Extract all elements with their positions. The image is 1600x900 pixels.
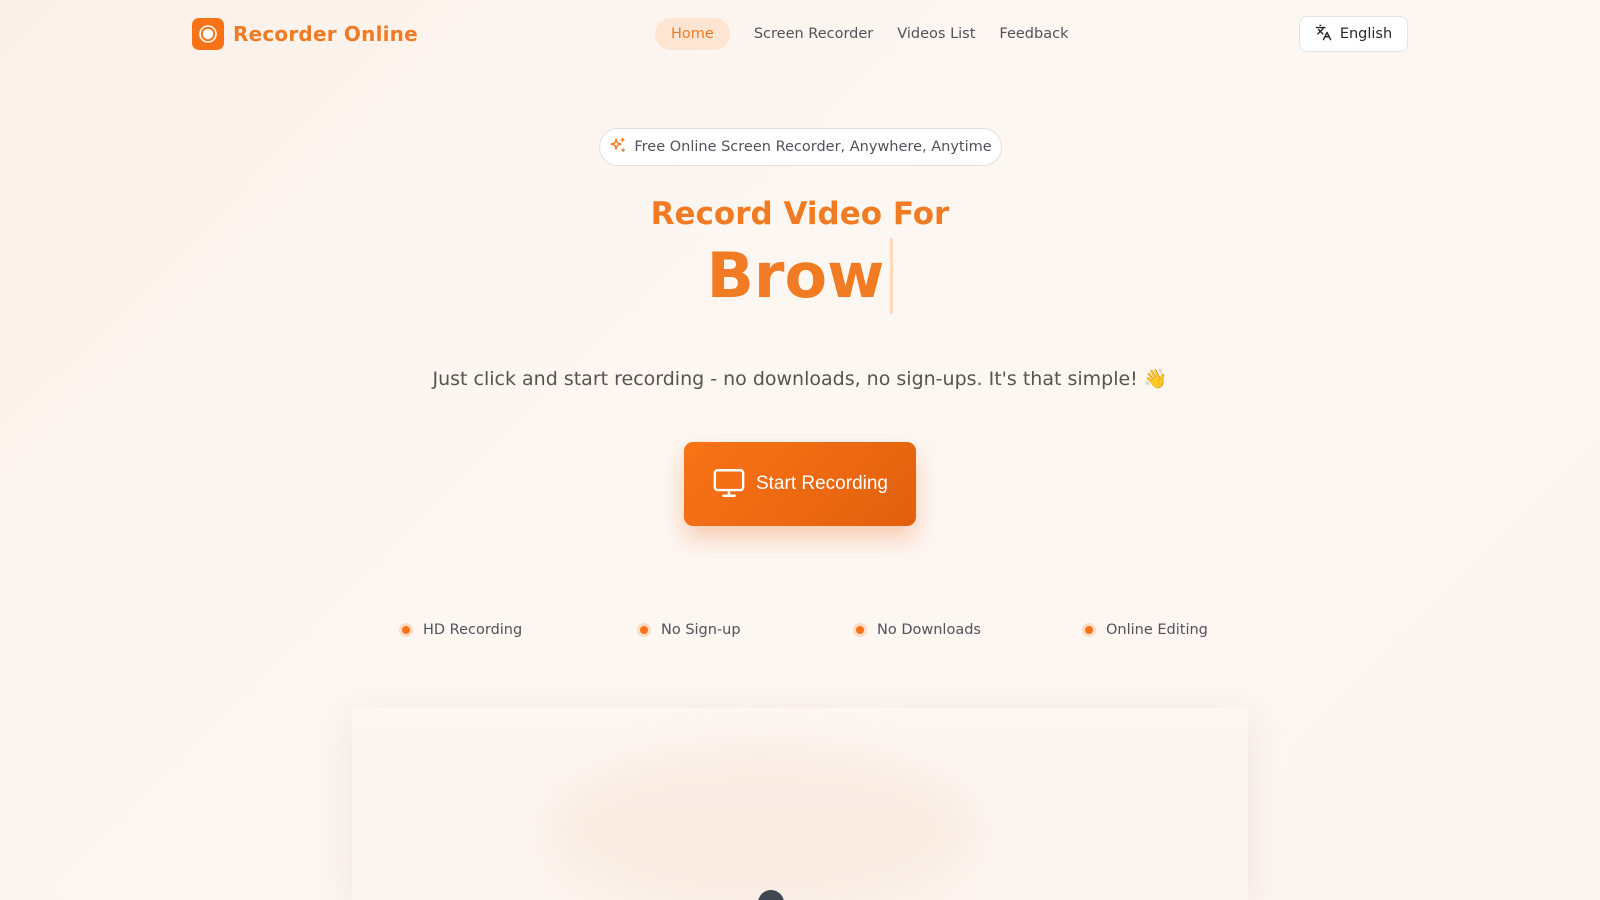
feature-label: No Sign-up: [661, 622, 741, 638]
translate-icon: [1315, 24, 1332, 45]
feature-item: Online Editing: [1082, 622, 1208, 638]
nav-home[interactable]: Home: [655, 18, 730, 50]
nav-feedback[interactable]: Feedback: [987, 18, 1080, 50]
feature-label: Online Editing: [1106, 622, 1208, 638]
hero-badge: Free Online Screen Recorder, Anywhere, A…: [599, 128, 1002, 166]
feature-item: No Downloads: [853, 622, 981, 638]
feature-label: HD Recording: [423, 622, 523, 638]
hero-subtitle: Just click and start recording - no down…: [432, 368, 1168, 390]
language-selector[interactable]: English: [1299, 16, 1408, 52]
main-nav: Home Screen Recorder Videos List Feedbac…: [655, 18, 1080, 50]
feature-dot-icon: [637, 623, 651, 637]
site-header: Recorder Online Home Screen Recorder Vid…: [0, 0, 1600, 68]
feature-label: No Downloads: [877, 622, 981, 638]
feature-dot-icon: [853, 623, 867, 637]
badge-text: Free Online Screen Recorder, Anywhere, A…: [634, 139, 992, 155]
feature-item: No Sign-up: [637, 622, 741, 638]
typed-word-container: Brow: [0, 238, 1600, 314]
nav-videos-list[interactable]: Videos List: [885, 18, 987, 50]
logo-text: Recorder Online: [233, 22, 418, 46]
start-recording-label: Start Recording: [755, 473, 888, 494]
nav-screen-recorder[interactable]: Screen Recorder: [742, 18, 885, 50]
monitor-icon: [712, 466, 746, 503]
record-icon: [192, 18, 224, 50]
hero-headline: Record Video For: [650, 196, 950, 232]
preview-panel: [352, 708, 1248, 900]
feature-list: HD Recording No Sign-up No Downloads Onl…: [0, 622, 1600, 644]
preview-background: [552, 748, 972, 900]
feature-item: HD Recording: [399, 622, 522, 638]
feature-dot-icon: [399, 623, 413, 637]
language-label: English: [1339, 26, 1393, 42]
sparkles-icon: [609, 137, 626, 158]
typed-word: Brow: [707, 238, 894, 314]
feature-dot-icon: [1082, 623, 1096, 637]
logo-link[interactable]: Recorder Online: [192, 18, 418, 50]
start-recording-button[interactable]: Start Recording: [684, 442, 916, 526]
